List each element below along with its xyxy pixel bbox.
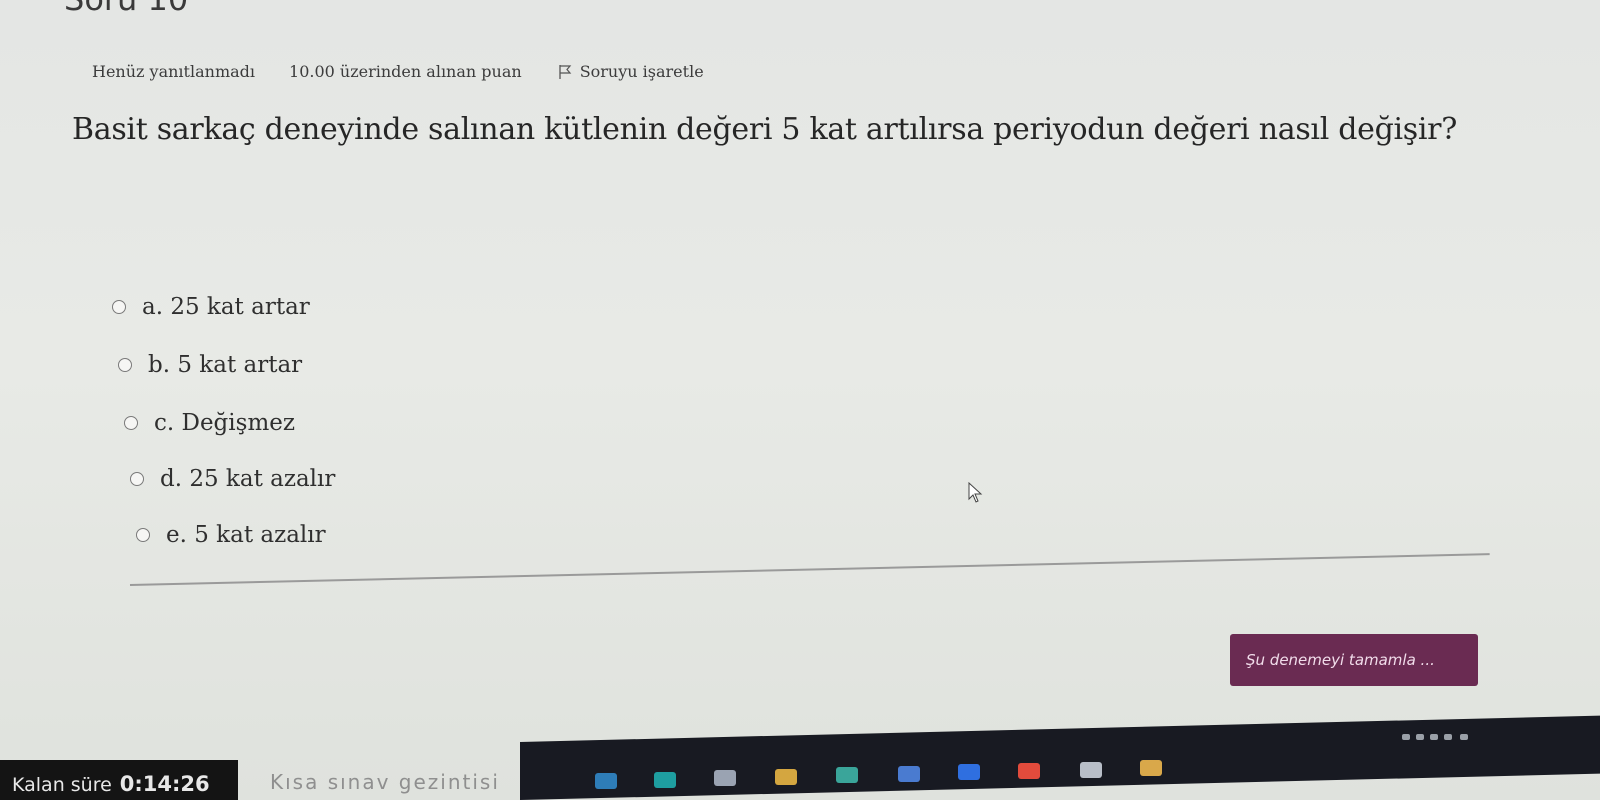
- radio-button[interactable]: [130, 472, 144, 486]
- mouse-cursor-icon: [968, 482, 983, 503]
- store-icon[interactable]: [714, 770, 736, 786]
- tray-icon[interactable]: [1430, 734, 1438, 740]
- option-a[interactable]: a. 25 kat artar: [112, 294, 310, 320]
- steam-icon[interactable]: [1140, 760, 1162, 776]
- chrome-icon[interactable]: [1018, 763, 1040, 779]
- timer: Kalan süre 0:14:26: [0, 760, 238, 800]
- flag-question-label: Soruyu işaretle: [579, 62, 704, 81]
- radio-button[interactable]: [136, 528, 150, 542]
- option-c[interactable]: c. Değişmez: [124, 410, 295, 436]
- tray-icon[interactable]: [1416, 734, 1424, 740]
- option-label: c. Değişmez: [154, 410, 295, 436]
- tray-icon[interactable]: [1460, 734, 1468, 740]
- flag-icon: [559, 64, 571, 79]
- grade-info: 10.00 üzerinden alınan puan: [289, 62, 522, 81]
- quiz-navigation-link[interactable]: Kısa sınav gezintisi: [270, 770, 500, 794]
- radio-button[interactable]: [112, 300, 126, 314]
- media-icon[interactable]: [775, 769, 797, 785]
- teal-app-icon[interactable]: [654, 772, 676, 788]
- shield-icon[interactable]: [1080, 762, 1102, 778]
- option-e[interactable]: e. 5 kat azalır: [136, 522, 326, 548]
- os-taskbar: [520, 715, 1600, 800]
- radio-button[interactable]: [124, 416, 138, 430]
- option-label: e. 5 kat azalır: [166, 522, 326, 548]
- page-title: Soru 10: [64, 0, 188, 18]
- tray-icon[interactable]: [1444, 734, 1452, 740]
- option-b[interactable]: b. 5 kat artar: [118, 352, 302, 378]
- flag-question-link[interactable]: Soruyu işaretle: [558, 62, 704, 81]
- option-d[interactable]: d. 25 kat azalır: [130, 466, 335, 492]
- option-label: b. 5 kat artar: [148, 352, 303, 378]
- timer-value: 0:14:26: [119, 772, 210, 796]
- answer-status: Henüz yanıtlanmadı: [92, 62, 256, 81]
- timer-label: Kalan süre: [12, 774, 112, 796]
- question-text: Basit sarkaç deneyinde salınan kütlenin …: [72, 112, 1458, 147]
- option-label: a. 25 kat artar: [142, 294, 310, 320]
- word-icon[interactable]: [958, 764, 980, 780]
- radio-button[interactable]: [118, 358, 132, 372]
- option-label: d. 25 kat azalır: [160, 466, 336, 492]
- question-info: Henüz yanıtlanmadı 10.00 üzerinden alına…: [92, 62, 704, 81]
- divider: [129, 553, 1490, 586]
- folder-icon[interactable]: [836, 767, 858, 783]
- mail-icon[interactable]: [898, 766, 920, 782]
- browser-icon[interactable]: [595, 773, 617, 789]
- tray-icon[interactable]: [1402, 734, 1410, 740]
- finish-attempt-button[interactable]: Şu denemeyi tamamla ...: [1230, 634, 1478, 686]
